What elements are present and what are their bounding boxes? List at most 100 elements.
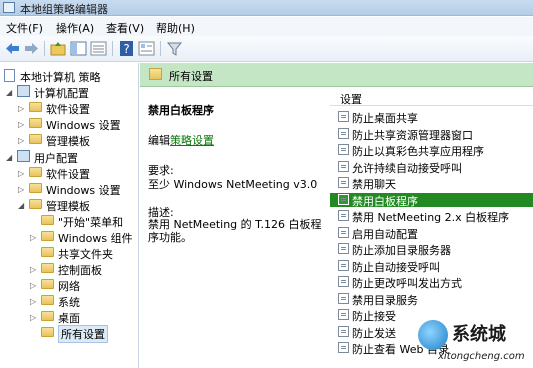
folder-icon (29, 134, 42, 144)
settings-column-header[interactable]: 设置 (330, 88, 533, 106)
policy-setting-icon (338, 127, 349, 139)
setting-row[interactable]: 防止以真彩色共享应用程序 (330, 143, 533, 158)
tree-item-user-windows[interactable]: ▷ Windows 设置 (18, 182, 138, 197)
setting-label: 防止共享资源管理器窗口 (352, 128, 473, 142)
collapse-arrow-icon[interactable]: ▷ (30, 281, 36, 290)
back-icon[interactable] (4, 40, 21, 57)
title-bar: 本地组策略编辑器 (0, 0, 533, 16)
collapse-arrow-icon[interactable]: ▷ (18, 120, 24, 129)
edit-line: 编辑策略设置 (148, 132, 214, 148)
collapse-arrow-icon[interactable]: ▷ (18, 104, 24, 113)
folder-icon (41, 231, 54, 241)
tree-item-windows-components[interactable]: ▷ Windows 组件 (30, 230, 138, 245)
tree-item-desktop[interactable]: ▷ 桌面 (30, 310, 138, 325)
forward-icon[interactable] (23, 40, 40, 57)
expand-arrow-icon[interactable]: ◢ (6, 153, 12, 162)
collapse-arrow-icon[interactable]: ▷ (30, 313, 36, 322)
setting-row[interactable]: 禁用目录服务 (330, 292, 533, 307)
tree-item-computer-windows[interactable]: ▷ Windows 设置 (18, 117, 138, 132)
folder-icon (41, 295, 54, 305)
setting-label: 防止以真彩色共享应用程序 (352, 145, 484, 158)
collapse-arrow-icon[interactable]: ▷ (30, 265, 36, 274)
expand-arrow-icon[interactable]: ◢ (6, 88, 12, 97)
setting-row[interactable]: 防止自动接受呼叫 (330, 259, 533, 274)
policy-setting-icon (338, 111, 349, 122)
policy-setting-icon (338, 259, 349, 271)
tree-item-user-admin[interactable]: ◢ 管理模板 (18, 198, 138, 213)
requirements-text: 至少 Windows NetMeeting v3.0 (148, 178, 318, 191)
setting-label: 防止接受 (352, 310, 396, 323)
folder-icon (149, 68, 162, 80)
tree-item-start-menu[interactable]: "开始"菜单和 (30, 214, 138, 229)
folder-icon (29, 167, 42, 177)
tree-item-control-panel[interactable]: ▷ 控制面板 (30, 262, 138, 277)
setting-label: 防止自动接受呼叫 (352, 260, 440, 274)
tree-item-root[interactable]: 本地计算机 策略 (2, 69, 138, 84)
description-pane: 禁用白板程序 编辑策略设置 要求: 至少 Windows NetMeeting … (140, 88, 328, 368)
folder-icon (29, 183, 42, 193)
setting-label: 允许持续自动接受呼叫 (352, 161, 462, 175)
policy-settings-link[interactable]: 策略设置 (170, 134, 214, 147)
folder-icon (29, 199, 42, 209)
folder-icon (41, 279, 54, 289)
folder-icon (29, 118, 42, 128)
up-folder-icon[interactable] (50, 40, 67, 57)
tree-item-computer-config[interactable]: ◢ 计算机配置 (6, 85, 138, 100)
policy-setting-icon (338, 193, 349, 205)
menu-file[interactable]: 文件(F) (6, 20, 43, 36)
navigation-tree: 本地计算机 策略 ◢ 计算机配置 ▷ 软件设置 ▷ Windows 设置 ▷ 管… (0, 63, 139, 368)
setting-row[interactable]: 禁用白板程序 (330, 192, 533, 208)
collapse-arrow-icon[interactable]: ▷ (18, 136, 24, 145)
toolbar: ? (0, 36, 533, 62)
policy-title: 禁用白板程序 (148, 104, 214, 117)
folder-icon (29, 102, 42, 112)
watermark-logo-icon (418, 320, 448, 350)
policy-document-icon (4, 69, 15, 82)
menu-bar: 文件(F) 操作(A) 查看(V) 帮助(H) (0, 17, 533, 36)
app-icon (3, 2, 15, 13)
tree-item-computer-admin[interactable]: ▷ 管理模板 (18, 133, 138, 148)
computer-icon (17, 85, 30, 97)
setting-label: 禁用目录服务 (352, 293, 418, 307)
tree-item-system[interactable]: ▷ 系统 (30, 294, 138, 309)
filter-icon[interactable] (166, 40, 183, 57)
collapse-arrow-icon[interactable]: ▷ (30, 297, 36, 306)
setting-row[interactable]: 禁用 NetMeeting 2.x 白板程序 (330, 209, 533, 224)
menu-view[interactable]: 查看(V) (106, 20, 144, 36)
setting-row[interactable]: 防止添加目录服务器 (330, 242, 533, 257)
tree-item-computer-software[interactable]: ▷ 软件设置 (18, 101, 138, 116)
collapse-arrow-icon[interactable]: ▷ (18, 185, 24, 194)
menu-help[interactable]: 帮助(H) (156, 20, 195, 36)
folder-icon (41, 247, 54, 257)
help-icon[interactable]: ? (118, 40, 135, 57)
setting-row[interactable]: 允许持续自动接受呼叫 (330, 160, 533, 175)
policy-setting-icon (338, 276, 349, 287)
folder-icon (41, 327, 54, 337)
policy-setting-icon (338, 243, 349, 254)
show-hide-tree-icon[interactable] (70, 40, 87, 57)
setting-label: 防止桌面共享 (352, 112, 418, 125)
watermark: 系统城 xitongcheng.com (418, 318, 533, 368)
setting-row[interactable]: 防止更改呼叫发出方式 (330, 275, 533, 290)
collapse-arrow-icon[interactable]: ▷ (30, 233, 36, 242)
tree-item-user-software[interactable]: ▷ 软件设置 (18, 166, 138, 181)
policy-setting-icon (338, 226, 349, 238)
tree-item-network[interactable]: ▷ 网络 (30, 278, 138, 293)
tree-item-user-config[interactable]: ◢ 用户配置 (6, 150, 138, 165)
list-view-icon[interactable] (90, 40, 107, 57)
menu-action[interactable]: 操作(A) (56, 20, 94, 36)
properties-icon[interactable] (138, 40, 155, 57)
setting-row[interactable]: 禁用聊天 (330, 176, 533, 191)
tree-item-shared-folders[interactable]: 共享文件夹 (30, 246, 138, 261)
watermark-brand: 系统城 (452, 324, 506, 345)
setting-row[interactable]: 启用自动配置 (330, 226, 533, 241)
expand-arrow-icon[interactable]: ◢ (18, 201, 24, 210)
toolbar-separator (44, 41, 45, 56)
folder-icon (41, 215, 54, 225)
setting-row[interactable]: 防止共享资源管理器窗口 (330, 127, 533, 142)
tree-item-all-settings[interactable]: 所有设置 (30, 325, 138, 343)
toolbar-separator (112, 41, 113, 56)
collapse-arrow-icon[interactable]: ▷ (18, 169, 24, 178)
toolbar-separator (160, 41, 161, 56)
setting-row[interactable]: 防止桌面共享 (330, 110, 533, 125)
